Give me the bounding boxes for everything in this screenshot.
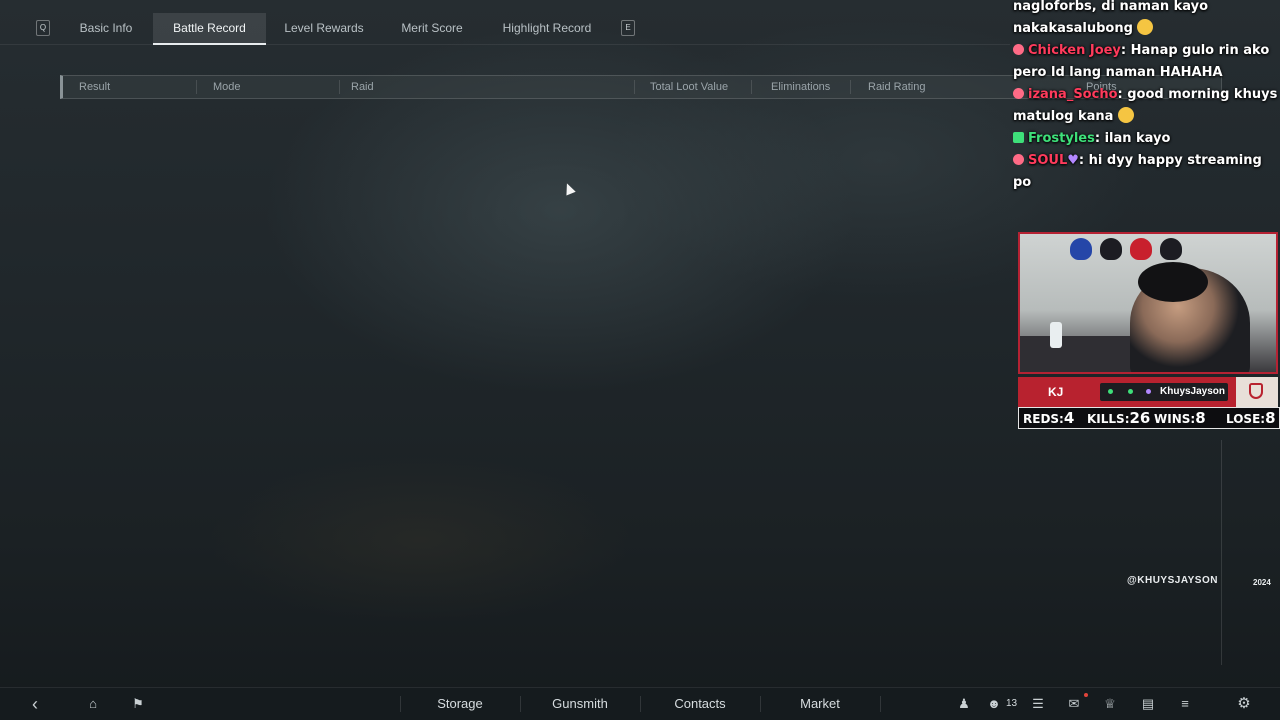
back-arrow-icon[interactable]: ‹ [27,695,43,713]
top-tab-bar: Q Basic Info Battle Record Level Rewards… [0,0,1010,45]
trophy-icon[interactable]: ♕ [1102,696,1118,712]
next-tab-key-hint[interactable]: E [621,20,635,36]
purple-heart-icon: ♥ [1067,153,1079,168]
streamer-stats-bar: REDS:4 KILLS:26 WINS:8 LOSE:8 [1018,407,1280,429]
column-header-eliminations[interactable]: Eliminations [771,76,830,98]
streamer-hair [1138,262,1208,302]
streamer-initials: KJ [1048,385,1064,399]
stat-wins: WINS:8 [1154,409,1206,427]
chat-username: izana_Socho [1028,87,1118,102]
streamer-handle: @KHUYSJAYSON [1127,575,1218,586]
sweat-smile-emoji-icon [1117,107,1134,123]
home-icon[interactable]: ⌂ [85,696,101,712]
cap-image [1100,238,1122,260]
nav-market-button[interactable]: Market [760,688,880,720]
tiktok-badge-icon [1013,88,1024,99]
overlay-divider [1221,440,1222,665]
tab-level-rewards[interactable]: Level Rewards [275,13,373,43]
flag-icon[interactable]: ⚑ [130,696,146,712]
chat-username: Frostyles [1028,131,1095,146]
mouse-cursor-icon [562,181,576,196]
bottom-nav-bar: ‹ ⌂ ⚑ Storage Gunsmith Contacts Market ♟… [0,687,1280,720]
nav-divider [880,696,881,712]
smile-emoji-icon [1137,19,1154,35]
overlay-year: 2024 [1253,578,1271,587]
streamer-name-box: KhuysJayson [1100,383,1228,401]
tab-merit-score[interactable]: Merit Score [388,13,476,43]
column-divider [751,80,752,94]
mail-icon[interactable]: ✉ [1066,696,1082,712]
friends-icon[interactable]: ☻ [986,696,1002,712]
chat-message: Chicken Joey: Hanap gulo rin ako pero ld… [1013,43,1270,80]
column-header-mode[interactable]: Mode [213,76,241,98]
cap-image [1130,238,1152,260]
column-divider [850,80,851,94]
stat-reds: REDS:4 [1023,409,1075,427]
chat-message: Frostyles: ilan kayo [1013,128,1278,150]
tiktok-badge-icon [1013,154,1024,165]
nav-gunsmith-button[interactable]: Gunsmith [520,688,640,720]
chat-message: izana_Socho: good morning khuys matulog … [1013,87,1278,124]
chat-username: SOUL [1028,153,1068,168]
webcam-feed [1018,232,1278,374]
tab-basic-info[interactable]: Basic Info [62,13,150,43]
prev-tab-key-hint[interactable]: Q [36,20,50,36]
stat-kills: KILLS:26 [1087,409,1151,427]
tab-battle-record[interactable]: Battle Record [153,13,266,45]
stat-lose: LOSE:8 [1226,409,1276,427]
streamer-name: KhuysJayson [1160,386,1226,397]
chat-icon[interactable]: ☰ [1030,696,1046,712]
column-header-total-loot-value[interactable]: Total Loot Value [650,76,728,98]
column-header-result[interactable]: Result [79,76,110,98]
crest-logo-icon [1236,377,1278,407]
chat-message-text: nagloforbs, di naman kayo nakakasalubong [1013,0,1209,36]
column-divider [634,80,635,94]
webcam-bottle [1050,322,1062,348]
notes-icon[interactable]: ▤ [1140,696,1156,712]
mail-notification-dot [1084,693,1088,697]
chat-message: SOUL♥: hi dyy happy streaming po [1013,153,1262,190]
streamer-name-bar: KJ KhuysJayson [1018,377,1278,407]
team-icon[interactable]: ♟ [956,696,972,712]
chat-message-text: ilan kayo [1104,131,1171,146]
settings-icon[interactable]: ⚙ [1236,696,1252,712]
twitch-icon [1128,389,1133,394]
nav-storage-button[interactable]: Storage [400,688,520,720]
column-header-raid[interactable]: Raid [351,76,374,98]
nav-contacts-button[interactable]: Contacts [640,688,760,720]
kick-badge-icon [1013,132,1024,143]
column-divider [196,80,197,94]
kick-icon [1108,389,1113,394]
friends-count: 13 [1006,698,1018,709]
column-header-raid-rating[interactable]: Raid Rating [868,76,925,98]
column-divider [339,80,340,94]
tab-highlight-record[interactable]: Highlight Record [492,13,602,43]
chat-username: Chicken Joey [1028,43,1121,58]
tiktok-badge-icon [1013,44,1024,55]
menu-icon[interactable]: ≡ [1177,696,1193,712]
webcam-desk [1020,336,1140,372]
chat-message: nagloforbs, di naman kayo nakakasalubong [1013,0,1278,40]
stream-chat-overlay: nagloforbs, di naman kayo nakakasalubong… [1013,0,1278,194]
cap-image [1160,238,1182,260]
tiktok-icon [1146,389,1151,394]
cap-image [1070,238,1092,260]
